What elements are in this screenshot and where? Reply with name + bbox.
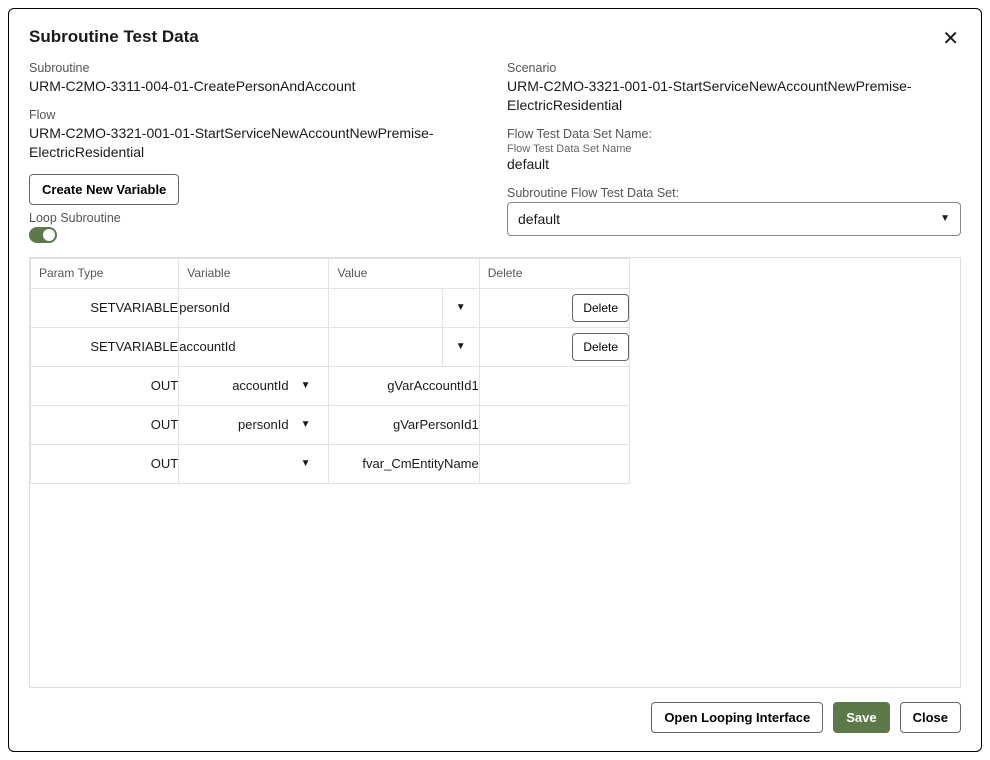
subroutine-flow-tds-selected: default: [518, 211, 560, 227]
flow-tds-name-value: default: [507, 155, 961, 174]
loop-subroutine-toggle[interactable]: [29, 227, 57, 243]
cell-variable[interactable]: personId: [179, 288, 329, 327]
chevron-down-icon: ▼: [456, 302, 466, 313]
subroutine-label: Subroutine: [29, 61, 483, 75]
delete-button[interactable]: Delete: [572, 294, 629, 322]
cell-value: fvar_CmEntityName: [329, 444, 479, 483]
cell-delete: Delete: [479, 327, 629, 366]
cell-param-type: OUT: [31, 405, 179, 444]
cell-value: gVarAccountId1: [329, 366, 479, 405]
close-button[interactable]: Close: [900, 702, 961, 733]
subroutine-value: URM-C2MO-3311-004-01-CreatePersonAndAcco…: [29, 77, 483, 96]
cell-param-type: SETVARIABLE: [31, 327, 179, 366]
dialog-title: Subroutine Test Data: [29, 27, 199, 47]
flow-tds-name-label: Flow Test Data Set Name:: [507, 127, 961, 141]
cell-param-type: SETVARIABLE: [31, 288, 179, 327]
params-grid: Param Type Variable Value Delete SETVARI…: [30, 258, 630, 484]
loop-subroutine-label: Loop Subroutine: [29, 211, 483, 225]
cell-delete: [479, 444, 629, 483]
chevron-down-icon: ▼: [301, 380, 311, 391]
scenario-value: URM-C2MO-3321-001-01-StartServiceNewAcco…: [507, 77, 961, 115]
cell-variable[interactable]: accountId ▼: [179, 366, 329, 405]
col-header-param-type: Param Type: [31, 258, 179, 288]
cell-variable[interactable]: accountId: [179, 327, 329, 366]
dialog-footer: Open Looping Interface Save Close: [29, 688, 961, 733]
flow-label: Flow: [29, 108, 483, 122]
col-header-variable: Variable: [179, 258, 329, 288]
subroutine-test-data-dialog: Subroutine Test Data ✕ Subroutine URM-C2…: [8, 8, 982, 752]
open-looping-interface-button[interactable]: Open Looping Interface: [651, 702, 823, 733]
subroutine-flow-tds-select[interactable]: default ▼: [507, 202, 961, 236]
value-dropdown-caret[interactable]: ▼: [443, 328, 479, 366]
table-row: SETVARIABLEpersonId ▼ Delete: [31, 288, 630, 327]
cell-param-type: OUT: [31, 366, 179, 405]
chevron-down-icon: ▼: [940, 213, 950, 224]
create-new-variable-button[interactable]: Create New Variable: [29, 174, 179, 205]
variable-selected: personId: [238, 417, 289, 432]
close-icon[interactable]: ✕: [940, 27, 961, 51]
cell-value: gVarPersonId1: [329, 405, 479, 444]
value-input[interactable]: [329, 289, 442, 327]
cell-variable[interactable]: personId ▼: [179, 405, 329, 444]
table-row: OUT personId ▼ gVarPersonId1: [31, 405, 630, 444]
cell-param-type: OUT: [31, 444, 179, 483]
cell-value: ▼: [329, 288, 479, 327]
table-row: OUT ▼ fvar_CmEntityName: [31, 444, 630, 483]
cell-value: ▼: [329, 327, 479, 366]
scenario-label: Scenario: [507, 61, 961, 75]
variable-selected: accountId: [232, 378, 288, 393]
chevron-down-icon: ▼: [301, 419, 311, 430]
cell-delete: [479, 405, 629, 444]
cell-delete: Delete: [479, 288, 629, 327]
flow-value: URM-C2MO-3321-001-01-StartServiceNewAcco…: [29, 124, 483, 162]
col-header-value: Value: [329, 258, 479, 288]
subroutine-flow-tds-label: Subroutine Flow Test Data Set:: [507, 186, 961, 200]
params-grid-wrap: Param Type Variable Value Delete SETVARI…: [29, 257, 961, 688]
table-row: SETVARIABLEaccountId ▼ Delete: [31, 327, 630, 366]
delete-button[interactable]: Delete: [572, 333, 629, 361]
table-row: OUT accountId ▼ gVarAccountId1: [31, 366, 630, 405]
chevron-down-icon: ▼: [301, 458, 311, 469]
value-input[interactable]: [329, 328, 442, 366]
value-dropdown-caret[interactable]: ▼: [443, 289, 479, 327]
chevron-down-icon: ▼: [456, 341, 466, 352]
save-button[interactable]: Save: [833, 702, 889, 733]
cell-delete: [479, 366, 629, 405]
cell-variable[interactable]: ▼: [179, 444, 329, 483]
col-header-delete: Delete: [479, 258, 629, 288]
flow-tds-name-sublabel: Flow Test Data Set Name: [507, 143, 961, 155]
